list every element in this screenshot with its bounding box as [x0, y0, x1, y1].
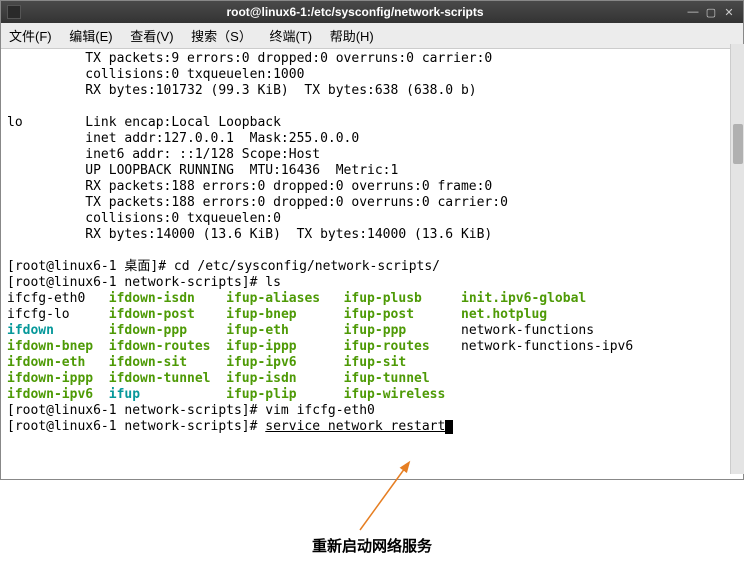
ls-entry: ifup-tunnel — [344, 371, 430, 386]
titlebar[interactable]: root@linux6-1:/etc/sysconfig/network-scr… — [1, 1, 743, 23]
output-line: inet addr:127.0.0.1 Mask:255.0.0.0 — [7, 131, 359, 146]
cursor-icon — [445, 420, 453, 434]
output-line: RX packets:188 errors:0 dropped:0 overru… — [7, 179, 492, 194]
annotation-caption: 重新启动网络服务 — [312, 539, 432, 555]
ls-entry: ifdown-ipv6 — [7, 387, 93, 402]
ls-entry: ifdown-post — [109, 307, 195, 322]
menubar: 文件(F) 编辑(E) 查看(V) 搜索（S） 终端(T) 帮助(H) — [1, 23, 743, 49]
output-line: collisions:0 txqueuelen:0 — [7, 211, 281, 226]
ls-entry: ifcfg-lo — [7, 307, 70, 322]
ls-entry: ifup-routes — [344, 339, 430, 354]
ls-entry: ifup-aliases — [226, 291, 320, 306]
menu-edit[interactable]: 编辑(E) — [69, 29, 112, 44]
ls-entry: ifdown-tunnel — [109, 371, 211, 386]
ls-entry: ifup-isdn — [226, 371, 296, 386]
ls-entry: ifdown-eth — [7, 355, 85, 370]
command: vim ifcfg-eth0 — [265, 403, 375, 418]
menu-file[interactable]: 文件(F) — [9, 29, 52, 44]
command: ls — [265, 275, 281, 290]
output-line: RX bytes:14000 (13.6 KiB) TX bytes:14000… — [7, 227, 492, 242]
terminal-output[interactable]: TX packets:9 errors:0 dropped:0 overruns… — [1, 49, 743, 479]
ls-entry: ifdown-isdn — [109, 291, 195, 306]
minimize-button[interactable]: — — [685, 5, 701, 19]
ls-entry: ifup-post — [344, 307, 414, 322]
ls-entry: ifdown-ippp — [7, 371, 93, 386]
output-line: TX packets:188 errors:0 dropped:0 overru… — [7, 195, 508, 210]
output-line: TX packets:9 errors:0 dropped:0 overruns… — [7, 51, 492, 66]
ls-entry: net.hotplug — [461, 307, 547, 322]
prompt: [root@linux6-1 network-scripts]# — [7, 403, 265, 418]
ls-entry: ifup-plusb — [344, 291, 422, 306]
ls-entry: ifup-bnep — [226, 307, 296, 322]
prompt: [root@linux6-1 network-scripts]# — [7, 419, 265, 434]
ls-entry: ifdown-sit — [109, 355, 187, 370]
ls-entry: ifup-ppp — [344, 323, 407, 338]
ls-entry: ifup-ippp — [226, 339, 296, 354]
ls-entry: ifup-wireless — [344, 387, 446, 402]
output-line: UP LOOPBACK RUNNING MTU:16436 Metric:1 — [7, 163, 398, 178]
ls-entry: network-functions-ipv6 — [461, 339, 633, 354]
ls-entry: network-functions — [461, 323, 594, 338]
ls-entry: ifup-sit — [344, 355, 407, 370]
ls-entry: init.ipv6-global — [461, 291, 586, 306]
maximize-button[interactable]: ▢ — [703, 5, 719, 19]
menu-view[interactable]: 查看(V) — [130, 29, 173, 44]
ls-entry: ifup-plip — [226, 387, 296, 402]
annotation-arrow-icon — [300, 460, 420, 535]
scroll-thumb[interactable] — [733, 124, 743, 164]
prompt: [root@linux6-1 桌面]# — [7, 259, 174, 274]
app-icon — [7, 5, 21, 19]
command-highlight: service network restart — [265, 419, 445, 434]
ls-entry: ifdown-bnep — [7, 339, 93, 354]
output-line: RX bytes:101732 (99.3 KiB) TX bytes:638 … — [7, 83, 477, 98]
window-title: root@linux6-1:/etc/sysconfig/network-scr… — [27, 5, 683, 19]
menu-search[interactable]: 搜索（S） — [191, 29, 252, 44]
close-button[interactable]: ✕ — [721, 5, 737, 19]
ls-entry: ifup — [109, 387, 140, 402]
output-line: collisions:0 txqueuelen:1000 — [7, 67, 304, 82]
prompt: [root@linux6-1 network-scripts]# — [7, 275, 265, 290]
annotation: 重新启动网络服务 — [0, 535, 744, 556]
ls-entry: ifdown-ppp — [109, 323, 187, 338]
menu-help[interactable]: 帮助(H) — [330, 29, 374, 44]
output-line: inet6 addr: ::1/128 Scope:Host — [7, 147, 320, 162]
ls-entry: ifdown — [7, 323, 54, 338]
ls-entry: ifup-ipv6 — [226, 355, 296, 370]
ls-entry: ifup-eth — [226, 323, 289, 338]
scrollbar[interactable] — [730, 44, 744, 474]
ls-entry: ifdown-routes — [109, 339, 211, 354]
menu-terminal[interactable]: 终端(T) — [269, 29, 312, 44]
command: cd /etc/sysconfig/network-scripts/ — [174, 259, 440, 274]
terminal-window: root@linux6-1:/etc/sysconfig/network-scr… — [0, 0, 744, 480]
output-line: lo Link encap:Local Loopback — [7, 115, 281, 130]
ls-entry: ifcfg-eth0 — [7, 291, 85, 306]
